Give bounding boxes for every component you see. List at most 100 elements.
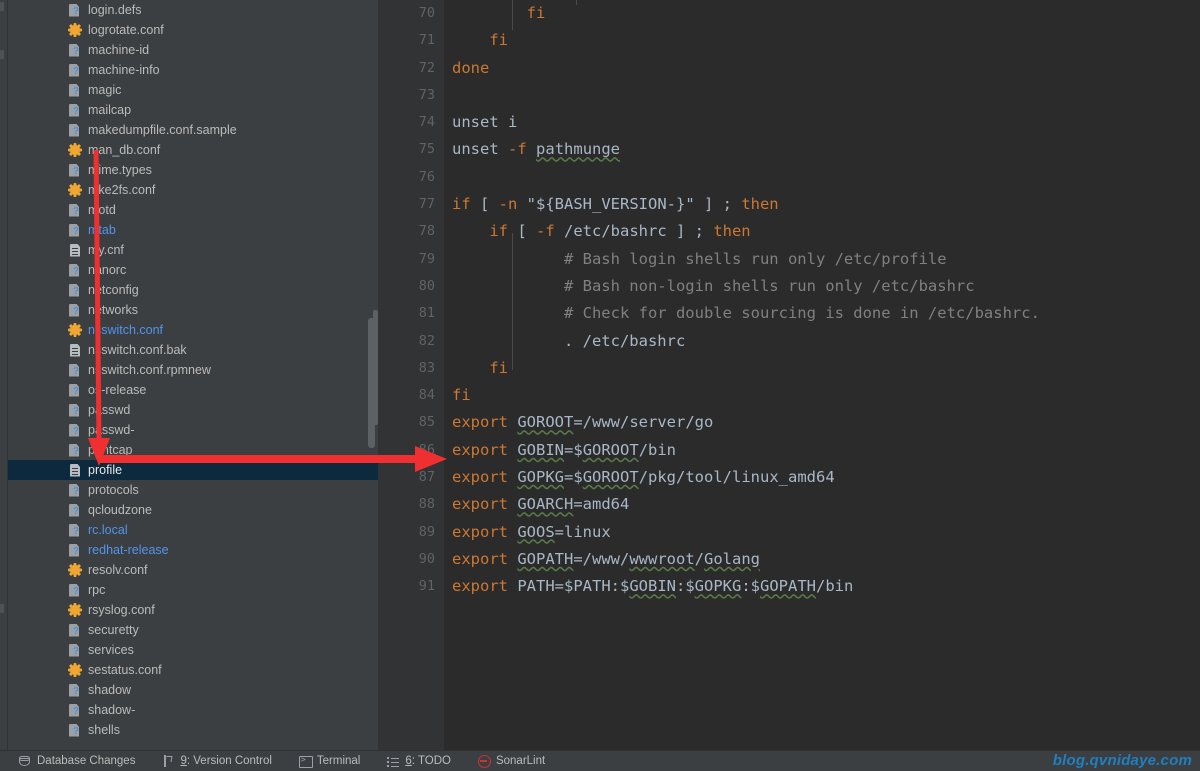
code-line[interactable]: fi [444, 0, 1200, 27]
tool-strip-nub[interactable] [0, 2, 4, 11]
line-number: 87 [418, 469, 435, 486]
status-bar-item-todo[interactable]: 6: TODO [386, 754, 451, 768]
file-tree-item-machine-info[interactable]: machine-info [8, 60, 378, 80]
code-line[interactable]: export GOPATH=/www/wwwroot/Golang [444, 546, 1200, 573]
file-tree-item-mime-types[interactable]: mime.types [8, 160, 378, 180]
file-tree-item-services[interactable]: services [8, 640, 378, 660]
file-tree-item-resolv-conf[interactable]: resolv.conf [8, 560, 378, 580]
code-line[interactable]: unset -f pathmunge [444, 136, 1200, 163]
code-line[interactable]: export GOPKG=$GOROOT/pkg/tool/linux_amd6… [444, 464, 1200, 491]
line-number: 77 [418, 196, 435, 213]
code-line[interactable]: export GOROOT=/www/server/go [444, 409, 1200, 436]
unknown-file-icon [68, 63, 82, 78]
unknown-file-icon [68, 523, 82, 538]
code-line[interactable]: if [ -f /etc/bashrc ] ; then [444, 218, 1200, 245]
code-line[interactable]: fi [444, 355, 1200, 382]
code-token: -n [498, 195, 518, 214]
file-tree-item-rc-local[interactable]: rc.local [8, 520, 378, 540]
code-editor[interactable]: 70 71 72 73 74 75 76 77 78 79 80 81 82 83 84 85 86 87 88 89… [373, 0, 1200, 750]
status-bar-item-sonarlint[interactable]: SonarLint [477, 754, 545, 768]
code-token: /etc/bashrc ] ; [554, 222, 714, 241]
code-line[interactable]: fi [444, 27, 1200, 54]
code-line[interactable]: export GOARCH=amd64 [444, 491, 1200, 518]
code-token: export [452, 577, 508, 596]
file-tree-item-man-db-conf[interactable]: man_db.conf [8, 140, 378, 160]
tool-window-strip[interactable] [0, 0, 8, 750]
code-token: pathmunge [536, 140, 621, 159]
file-tree-item-mke2fs-conf[interactable]: mke2fs.conf [8, 180, 378, 200]
file-tree-item-profile[interactable]: profile [8, 460, 378, 480]
file-tree-item-makedumpfile-conf-sample[interactable]: makedumpfile.conf.sample [8, 120, 378, 140]
file-tree-item-label: securetty [88, 623, 139, 637]
code-line[interactable]: # Bash non-login shells run only /etc/ba… [444, 273, 1200, 300]
status-bar[interactable]: Database Changes 9: Version Control Termin… [0, 750, 1200, 771]
code-line[interactable]: # Check for double sourcing is done in /… [444, 300, 1200, 327]
file-tree-item-shadow[interactable]: shadow [8, 680, 378, 700]
status-bar-item-terminal[interactable]: Terminal [298, 754, 360, 768]
code-token: GOBIN [629, 577, 676, 596]
file-tree-item-label: netconfig [88, 283, 139, 297]
text-file-icon [68, 463, 82, 478]
file-tree-item-networks[interactable]: networks [8, 300, 378, 320]
file-tree-item-passwd[interactable]: passwd [8, 400, 378, 420]
code-line[interactable]: export GOOS=linux [444, 519, 1200, 546]
file-tree-item-sestatus-conf[interactable]: sestatus.conf [8, 660, 378, 680]
file-tree-item-label: login.defs [88, 3, 142, 17]
file-tree-item-mtab[interactable]: mtab [8, 220, 378, 240]
status-bar-item-version-control[interactable]: 9: Version Control [161, 754, 272, 768]
code-token: -f [508, 140, 527, 159]
tool-strip-nub[interactable] [0, 604, 4, 613]
file-tree-item-passwd-[interactable]: passwd- [8, 420, 378, 440]
line-number: 70 [418, 5, 435, 21]
code-token: /pkg/tool/linux_amd64 [638, 468, 835, 487]
project-file-tree[interactable]: login.defs logrotate.conf machine-id machin… [8, 0, 378, 750]
file-tree-item-mailcap[interactable]: mailcap [8, 100, 378, 120]
code-line[interactable]: unset i [444, 109, 1200, 136]
file-tree-item-rpc[interactable]: rpc [8, 580, 378, 600]
status-bar-item-label: Database Changes [37, 755, 136, 767]
code-line[interactable]: # Bash login shells run only /etc/profil… [444, 246, 1200, 273]
file-tree-item-shells[interactable]: shells [8, 720, 378, 740]
file-tree-item-rsyslog-conf[interactable]: rsyslog.conf [8, 600, 378, 620]
file-tree-item-motd[interactable]: motd [8, 200, 378, 220]
code-line[interactable]: fi [444, 382, 1200, 409]
code-line[interactable]: export PATH=$PATH:$GOBIN:$GOPKG:$GOPATH/… [444, 573, 1200, 600]
code-token: "${BASH_VERSION-}" ] ; [517, 195, 742, 214]
editor-code-area[interactable]: fi fi done unset i unset -f pathmunge if [… [444, 0, 1200, 750]
todo-list-icon [386, 754, 400, 768]
status-bar-item-database-changes[interactable]: Database Changes [18, 754, 135, 768]
code-line[interactable]: if [ -n "${BASH_VERSION-}" ] ; then [444, 191, 1200, 218]
file-tree-item-shadow-[interactable]: shadow- [8, 700, 378, 720]
file-tree-item-nsswitch-conf[interactable]: nsswitch.conf [8, 320, 378, 340]
code-line[interactable]: done [444, 55, 1200, 82]
file-tree-list[interactable]: login.defs logrotate.conf machine-id machin… [8, 0, 378, 740]
file-tree-item-printcap[interactable]: printcap [8, 440, 378, 460]
file-tree-item-label: services [88, 643, 134, 657]
line-number: 81 [418, 305, 435, 322]
text-file-icon [68, 243, 82, 258]
file-tree-item-machine-id[interactable]: machine-id [8, 40, 378, 60]
file-tree-item-logrotate-conf[interactable]: logrotate.conf [8, 20, 378, 40]
file-tree-item-os-release[interactable]: os-release [8, 380, 378, 400]
file-tree-item-nanorc[interactable]: nanorc [8, 260, 378, 280]
file-tree-item-nsswitch-conf-rpmnew[interactable]: nsswitch.conf.rpmnew [8, 360, 378, 380]
code-line[interactable]: export GOBIN=$GOROOT/bin [444, 437, 1200, 464]
editor-scrollbar[interactable] [373, 310, 378, 425]
unknown-file-icon [68, 203, 82, 218]
file-tree-item-nsswitch-conf-bak[interactable]: nsswitch.conf.bak [8, 340, 378, 360]
file-tree-item-netconfig[interactable]: netconfig [8, 280, 378, 300]
code-line[interactable] [444, 82, 1200, 109]
file-tree-item-securetty[interactable]: securetty [8, 620, 378, 640]
tool-strip-nub[interactable] [0, 50, 4, 59]
file-tree-item-qcloudzone[interactable]: qcloudzone [8, 500, 378, 520]
code-line[interactable]: . /etc/bashrc [444, 328, 1200, 355]
code-token: i [498, 113, 518, 132]
file-tree-item-protocols[interactable]: protocols [8, 480, 378, 500]
file-tree-item-magic[interactable]: magic [8, 80, 378, 100]
file-tree-item-my-cnf[interactable]: my.cnf [8, 240, 378, 260]
code-line[interactable] [444, 164, 1200, 191]
file-tree-item-redhat-release[interactable]: redhat-release [8, 540, 378, 560]
file-tree-item-login-defs[interactable]: login.defs [8, 0, 378, 20]
